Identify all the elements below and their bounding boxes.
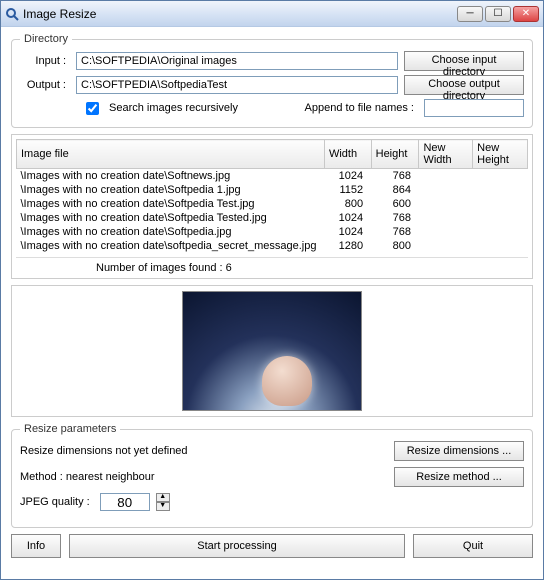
file-table-wrap: Image file Width Height New Width New He…	[11, 134, 533, 279]
cell-width: 1024	[324, 225, 371, 239]
cell-height: 600	[371, 197, 419, 211]
col-new-width[interactable]: New Width	[419, 140, 473, 169]
table-row[interactable]: \Images with no creation date\Softpedia …	[17, 183, 528, 197]
cell-height: 768	[371, 169, 419, 184]
resize-legend: Resize parameters	[20, 423, 120, 435]
cell-new-width	[419, 211, 473, 225]
cell-height: 768	[371, 225, 419, 239]
append-field[interactable]	[424, 99, 524, 117]
image-count-label: Number of images found : 6	[16, 257, 528, 274]
output-label: Output :	[20, 79, 70, 91]
cell-new-height	[473, 183, 528, 197]
cell-new-height	[473, 239, 528, 253]
cell-new-height	[473, 197, 528, 211]
jpeg-quality-label: JPEG quality :	[20, 496, 90, 508]
window-title: Image Resize	[23, 7, 457, 21]
table-row[interactable]: \Images with no creation date\Softnews.j…	[17, 169, 528, 184]
cell-height: 800	[371, 239, 419, 253]
start-processing-button[interactable]: Start processing	[69, 534, 405, 558]
cell-file: \Images with no creation date\Softnews.j…	[17, 169, 325, 184]
cell-file: \Images with no creation date\Softpedia …	[17, 211, 325, 225]
resize-method-button[interactable]: Resize method ...	[394, 467, 524, 487]
choose-output-button[interactable]: Choose output directory	[404, 75, 524, 95]
preview-image	[182, 291, 362, 411]
preview-pane	[11, 285, 533, 417]
cell-height: 864	[371, 183, 419, 197]
col-new-height[interactable]: New Height	[473, 140, 528, 169]
append-label: Append to file names :	[305, 102, 414, 114]
method-status: Method : nearest neighbour	[20, 471, 155, 483]
quit-button[interactable]: Quit	[413, 534, 533, 558]
cell-file: \Images with no creation date\Softpedia.…	[17, 225, 325, 239]
cell-new-width	[419, 183, 473, 197]
cell-new-height	[473, 225, 528, 239]
minimize-button[interactable]: ─	[457, 6, 483, 22]
jpeg-up-button[interactable]: ▲	[156, 493, 170, 502]
col-height[interactable]: Height	[371, 140, 419, 169]
cell-width: 1024	[324, 211, 371, 225]
cell-width: 1152	[324, 183, 371, 197]
info-button[interactable]: Info	[11, 534, 61, 558]
table-row[interactable]: \Images with no creation date\softpedia_…	[17, 239, 528, 253]
input-label: Input :	[20, 55, 70, 67]
cell-new-width	[419, 197, 473, 211]
resize-group: Resize parameters Resize dimensions not …	[11, 423, 533, 528]
maximize-button[interactable]: ☐	[485, 6, 511, 22]
table-row[interactable]: \Images with no creation date\Softpedia …	[17, 197, 528, 211]
app-icon	[5, 7, 19, 21]
dimensions-status: Resize dimensions not yet defined	[20, 445, 188, 457]
cell-height: 768	[371, 211, 419, 225]
recursive-label: Search images recursively	[109, 102, 238, 114]
cell-file: \Images with no creation date\Softpedia …	[17, 197, 325, 211]
col-file[interactable]: Image file	[17, 140, 325, 169]
cell-width: 1024	[324, 169, 371, 184]
cell-new-height	[473, 211, 528, 225]
titlebar: Image Resize ─ ☐ ✕	[1, 1, 543, 27]
directory-group: Directory Input : Choose input directory…	[11, 33, 533, 128]
cell-new-width	[419, 239, 473, 253]
close-button[interactable]: ✕	[513, 6, 539, 22]
file-table: Image file Width Height New Width New He…	[16, 139, 528, 253]
table-row[interactable]: \Images with no creation date\Softpedia.…	[17, 225, 528, 239]
col-width[interactable]: Width	[324, 140, 371, 169]
cell-file: \Images with no creation date\Softpedia …	[17, 183, 325, 197]
cell-new-height	[473, 169, 528, 184]
recursive-checkbox[interactable]	[86, 102, 99, 115]
directory-legend: Directory	[20, 33, 72, 45]
output-path-field[interactable]	[76, 76, 398, 94]
cell-width: 800	[324, 197, 371, 211]
cell-width: 1280	[324, 239, 371, 253]
cell-new-width	[419, 225, 473, 239]
resize-dimensions-button[interactable]: Resize dimensions ...	[394, 441, 524, 461]
jpeg-down-button[interactable]: ▼	[156, 502, 170, 511]
input-path-field[interactable]	[76, 52, 398, 70]
table-row[interactable]: \Images with no creation date\Softpedia …	[17, 211, 528, 225]
choose-input-button[interactable]: Choose input directory	[404, 51, 524, 71]
jpeg-quality-field[interactable]	[100, 493, 150, 511]
cell-new-width	[419, 169, 473, 184]
cell-file: \Images with no creation date\softpedia_…	[17, 239, 325, 253]
